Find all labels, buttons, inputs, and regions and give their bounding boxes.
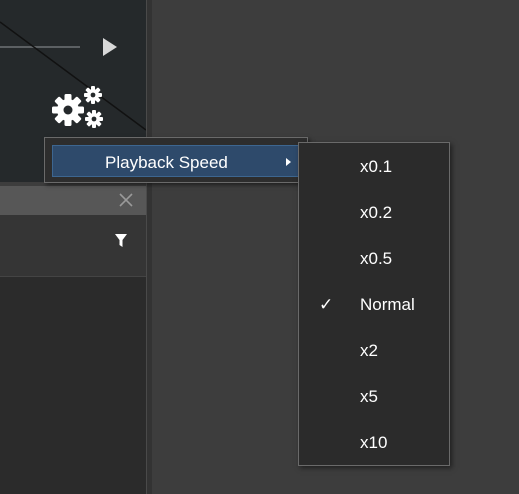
menu-item-playback-speed[interactable]: Playback Speed — [52, 145, 302, 177]
speed-option-label: x0.2 — [360, 203, 393, 222]
play-arrow-icon[interactable] — [103, 38, 117, 56]
speed-option-x2[interactable]: x2 — [301, 331, 447, 373]
speed-option-x0-5[interactable]: x0.5 — [301, 239, 447, 281]
panel-titlebar — [0, 186, 146, 215]
submenu-arrow-icon — [286, 158, 291, 166]
check-icon: ✓ — [319, 295, 334, 314]
gears-icon[interactable] — [50, 83, 106, 133]
speed-option-label: x2 — [360, 341, 378, 360]
speed-option-label: Normal — [360, 295, 415, 314]
menu-item-label: Playback Speed — [105, 153, 228, 172]
speed-option-normal[interactable]: ✓ Normal — [301, 285, 447, 327]
speed-option-x0-1[interactable]: x0.1 — [301, 147, 447, 189]
panel-toolbar — [0, 215, 146, 277]
context-menu: Playback Speed — [44, 137, 308, 183]
lower-dock-panel — [0, 186, 146, 494]
speed-option-label: x0.1 — [360, 157, 393, 176]
speed-option-x5[interactable]: x5 — [301, 377, 447, 419]
speed-option-label: x5 — [360, 387, 378, 406]
filter-icon[interactable] — [114, 233, 128, 249]
playback-speed-submenu: x0.1 x0.2 x0.5 ✓ Normal x2 x5 x10 — [298, 142, 450, 466]
speed-option-label: x10 — [360, 433, 388, 452]
speed-option-x10[interactable]: x10 — [301, 423, 447, 465]
close-icon[interactable] — [117, 191, 135, 209]
speed-option-label: x0.5 — [360, 249, 393, 268]
panel-content — [0, 277, 146, 494]
app-window: Playback Speed x0.1 x0.2 x0.5 ✓ Normal x… — [0, 0, 519, 494]
panel-splitter[interactable] — [146, 0, 152, 494]
speed-option-x0-2[interactable]: x0.2 — [301, 193, 447, 235]
